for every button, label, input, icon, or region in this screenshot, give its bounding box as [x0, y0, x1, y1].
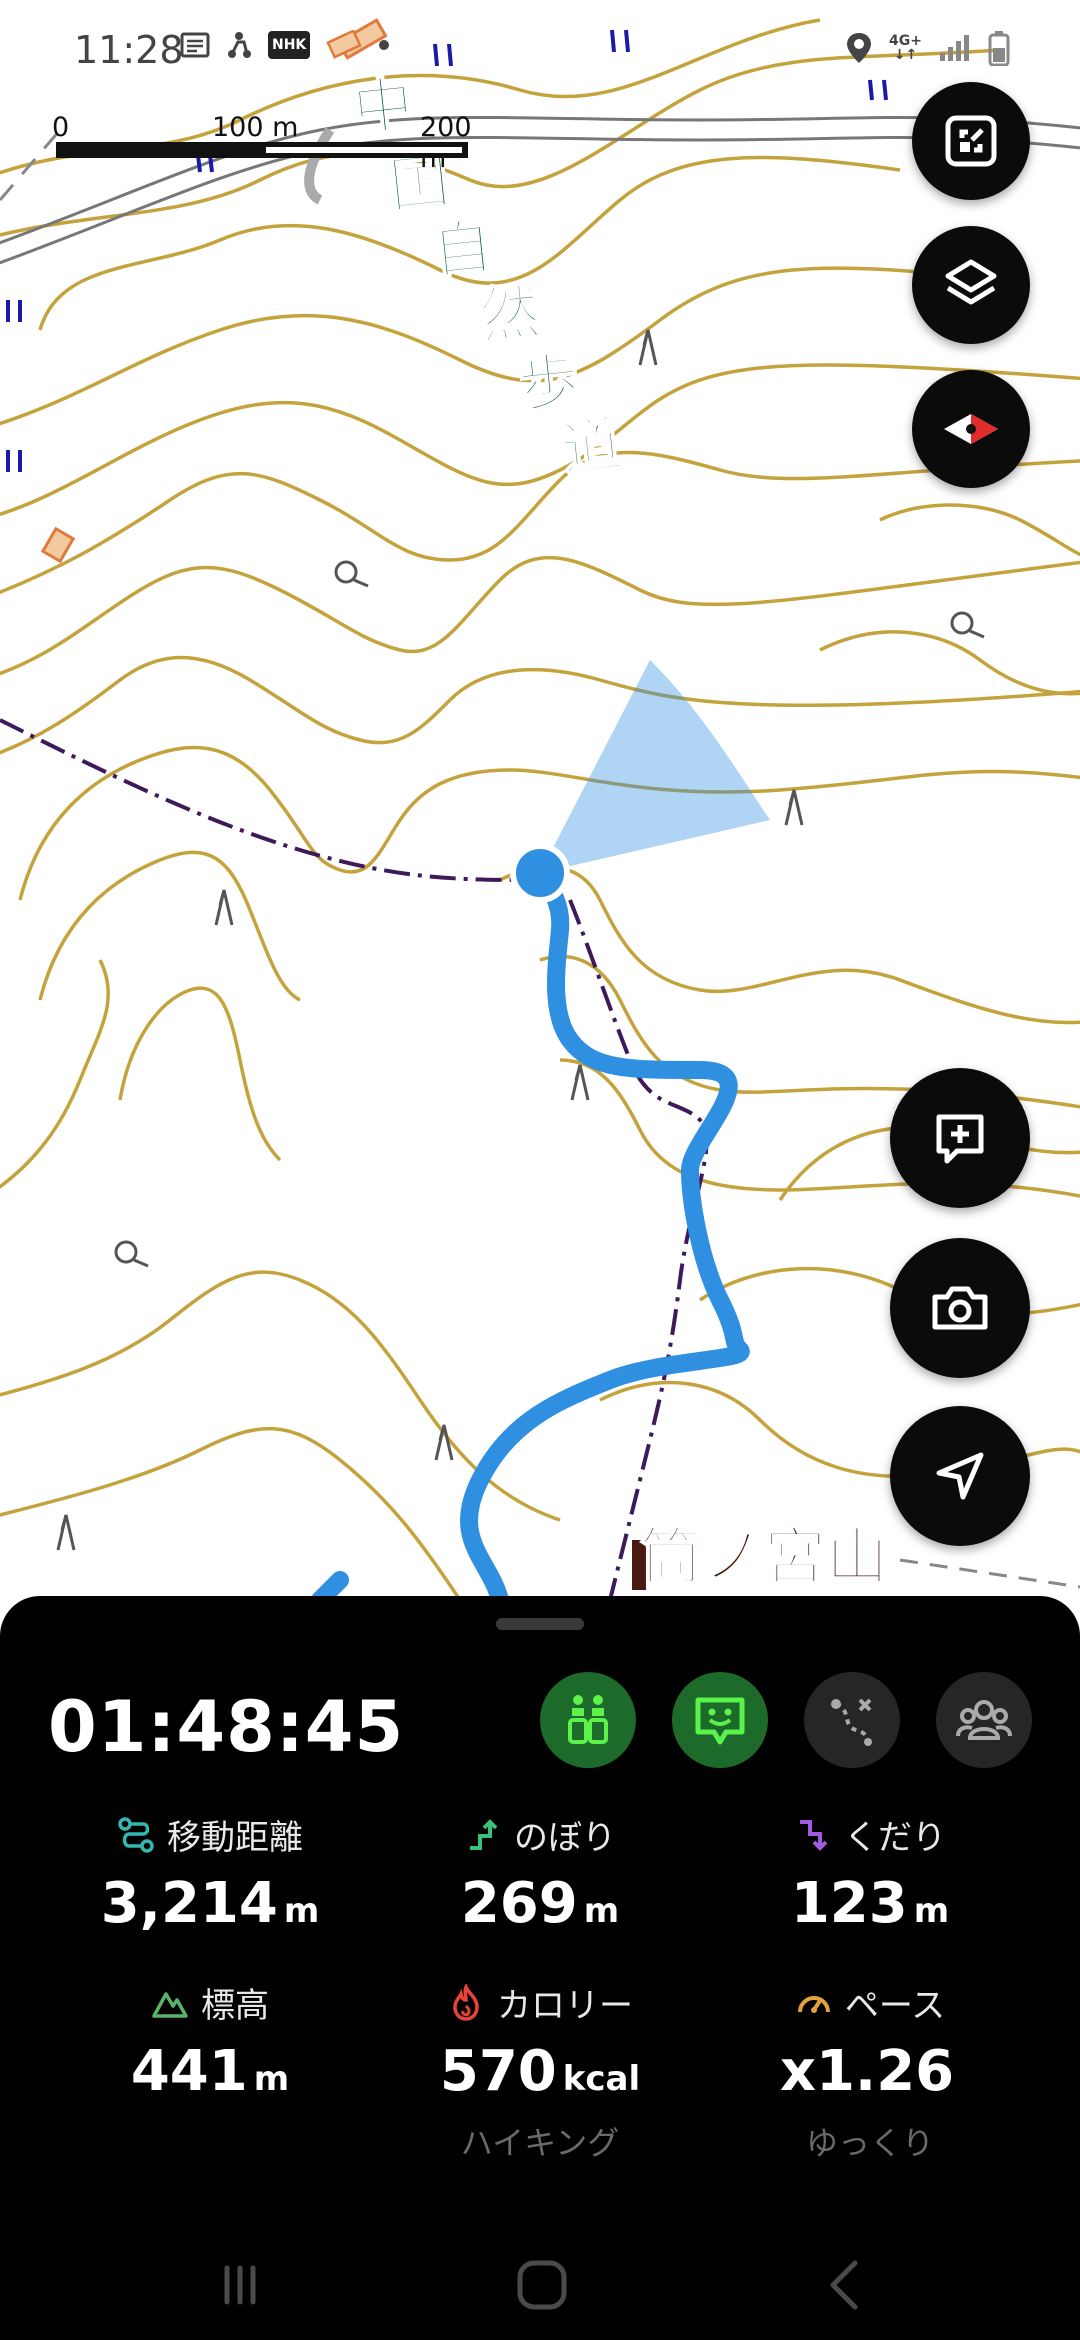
home-icon [517, 2260, 567, 2310]
stat-value: 123 [790, 1871, 908, 1936]
stat-label: くだり [844, 1818, 946, 1858]
group-icon [956, 1700, 1012, 1740]
pace-icon [797, 1995, 830, 2013]
news-icon [180, 32, 210, 58]
stat-elevation: 標高 441 m [45, 1978, 375, 2104]
stat-label: ペース [844, 1986, 946, 2026]
route-button[interactable] [804, 1672, 900, 1768]
add-memo-button[interactable] [890, 1068, 1030, 1208]
back-button[interactable] [806, 2250, 886, 2320]
distance-icon [118, 1816, 154, 1853]
compass-button[interactable] [912, 370, 1030, 488]
location-pin-icon [847, 33, 872, 63]
status-bar: 11:28 NHK 4G+ ↓↑ [0, 0, 1080, 100]
group-button[interactable] [936, 1672, 1032, 1768]
stat-unit: kcal [562, 2059, 641, 2099]
topographic-map[interactable]: 中国自然歩道 筒ノ宮山 [0, 0, 1080, 1640]
route-icon [831, 1698, 872, 1746]
notification-icons: NHK [180, 30, 390, 60]
map-scale: 0 100 m 200 m [52, 112, 472, 174]
network-4g-icon: 4G+ ↓↑ [889, 33, 922, 63]
hiker-stats-icon [568, 1695, 608, 1744]
scale-bar [56, 142, 468, 158]
stat-value: 570 [439, 2039, 557, 2104]
back-icon [830, 2260, 858, 2310]
scooter-icon [228, 32, 251, 58]
activity-type: ハイキング [460, 2124, 620, 2162]
navigation-arrow-icon [936, 1452, 984, 1500]
fullscreen-icon [945, 115, 997, 167]
stat-unit: m [913, 1891, 950, 1931]
pace-rating: ゆっくり [805, 2124, 934, 2162]
compass-icon [944, 414, 998, 444]
status-time: 11:28 [74, 28, 184, 72]
stat-label: のぼり [514, 1818, 616, 1858]
recent-apps-icon [224, 2265, 256, 2305]
add-memo-icon [936, 1114, 984, 1164]
stat-calories: カロリー 570 kcal ハイキング [375, 1978, 705, 2164]
stat-unit: m [583, 1891, 620, 1931]
stat-unit: m [253, 2059, 290, 2099]
elevation-icon [152, 1991, 188, 2018]
camera-button[interactable] [890, 1238, 1030, 1378]
smiley-signal-button[interactable] [672, 1672, 768, 1768]
navigate-button[interactable] [890, 1406, 1030, 1546]
stat-value: 269 [460, 1871, 578, 1936]
stat-unit: m [283, 1891, 320, 1931]
activity-panel: 01:48:45 移動距離 3,214 m のぼり 269 m くだり 123 m [0, 1596, 1080, 2340]
camera-icon [932, 1286, 988, 1330]
nhk-icon: NHK [268, 31, 311, 59]
calorie-icon [453, 1983, 479, 2021]
stat-label: 標高 [201, 1986, 269, 2026]
stat-label: カロリー [497, 1986, 633, 2026]
signal-icon [940, 35, 969, 61]
stat-pace: ペース x1.26 ゆっくり [705, 1978, 1035, 2164]
stat-descent: くだり 123 m [705, 1810, 1035, 1936]
scale-label-mid: 100 m [212, 112, 299, 143]
peak-name-label: 筒ノ宮山 [640, 1520, 888, 1593]
elapsed-time: 01:48:45 [48, 1686, 405, 1768]
dot-icon [379, 40, 390, 50]
system-icons: 4G+ ↓↑ [845, 30, 1010, 66]
peak-marker: 筒ノ宮山 [632, 1519, 889, 1594]
stat-value: 3,214 [100, 1871, 278, 1936]
stat-ascent: のぼり 269 m [375, 1810, 705, 1936]
stat-distance: 移動距離 3,214 m [45, 1810, 375, 1936]
ticket-icon [326, 30, 363, 59]
current-location-marker [510, 843, 570, 903]
system-nav-bar [0, 2230, 1080, 2340]
ascent-icon [470, 1818, 498, 1850]
recent-apps-button[interactable] [200, 2250, 280, 2320]
stat-label: 移動距離 [167, 1818, 303, 1858]
drag-handle[interactable] [496, 1618, 584, 1630]
hiker-stats-button[interactable] [540, 1672, 636, 1768]
smiley-signal-icon [695, 1697, 745, 1745]
battery-icon [988, 31, 1010, 66]
home-button[interactable] [502, 2250, 582, 2320]
descent-icon [800, 1819, 828, 1851]
stat-value: x1.26 [779, 2039, 955, 2104]
fullscreen-button[interactable] [912, 82, 1030, 200]
stat-value: 441 [130, 2039, 248, 2104]
scale-label-start: 0 [52, 112, 70, 143]
layers-button[interactable] [912, 226, 1030, 344]
layers-icon [945, 259, 997, 305]
